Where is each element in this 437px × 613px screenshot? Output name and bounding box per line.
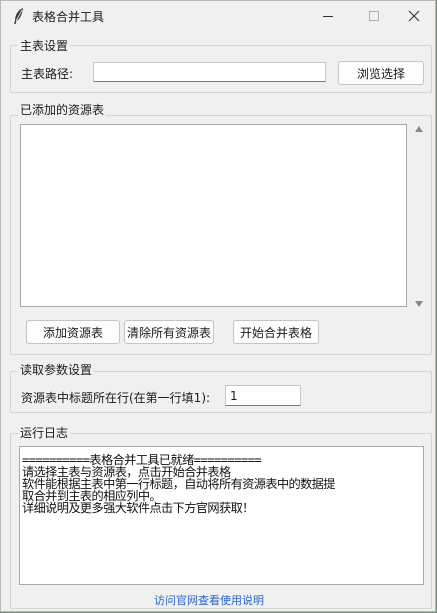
window-title: 表格合并工具 [32,10,105,24]
title-bar[interactable]: 表格合并工具 [1,1,435,31]
main-path-input[interactable] [93,62,326,82]
close-icon [408,10,420,22]
clear-resources-button[interactable]: 清除所有资源表 [124,320,214,344]
maximize-icon [369,11,379,21]
resource-list-scrollbar[interactable] [412,124,426,310]
website-link[interactable]: 访问官网查看使用说明 [154,592,264,608]
log-group-label: 运行日志 [18,424,71,441]
resources-group-label: 已添加的资源表 [18,101,107,118]
log-line: 详细说明及更多强大软件点击下方官网获取！ [22,501,254,515]
read-params-group-label: 读取参数设置 [18,361,95,378]
close-button[interactable] [391,1,437,31]
browse-button[interactable]: 浏览选择 [338,61,424,85]
header-row-label: 资源表中标题所在行(在第一行填1): [21,391,211,405]
log-output[interactable]: ==========表格合并工具已就绪========== 请选择主表与资源表，… [19,446,424,585]
minimize-icon [323,16,333,17]
minimize-button[interactable] [305,1,351,31]
feather-icon [14,8,23,24]
resource-list[interactable] [20,124,407,307]
main-path-label: 主表路径: [21,67,74,81]
add-resource-button[interactable]: 添加资源表 [26,320,120,344]
app-window: 表格合并工具 主表设置 主表路径: 浏览选择 已添加的资源表 添加资源表 清除所 [0,0,436,612]
scroll-up-icon[interactable] [415,126,423,132]
header-row-input[interactable] [225,385,301,406]
start-merge-button[interactable]: 开始合并表格 [233,320,319,344]
main-settings-group-label: 主表设置 [18,37,71,54]
scroll-down-icon[interactable] [415,301,423,307]
